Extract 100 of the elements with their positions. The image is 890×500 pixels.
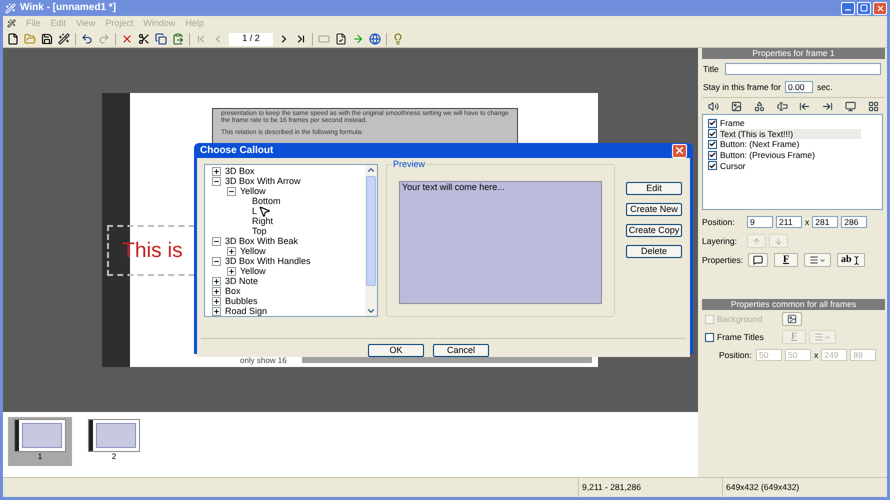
expand-toggle[interactable] <box>212 296 221 306</box>
filmstrip-frame[interactable]: 1 <box>8 417 72 466</box>
checkbox[interactable] <box>708 161 717 170</box>
scrollbar-thumb[interactable] <box>366 176 376 286</box>
checkbox[interactable] <box>708 118 717 128</box>
input-field[interactable]: 286 <box>841 216 868 228</box>
text-field-icon[interactable] <box>776 100 788 112</box>
monitor-icon[interactable] <box>845 100 856 112</box>
line-style-button[interactable] <box>804 253 831 267</box>
tree-item[interactable]: Bubbles <box>225 296 258 306</box>
expand-toggle[interactable] <box>212 306 221 316</box>
tree-item[interactable]: 3D Box With Beak <box>225 236 298 246</box>
speaker-icon[interactable] <box>708 100 719 112</box>
expand-toggle[interactable] <box>212 166 221 176</box>
tree-item[interactable]: L <box>252 206 258 216</box>
close-button[interactable] <box>873 2 887 14</box>
globe-icon[interactable] <box>369 33 381 45</box>
frame-thumbnail <box>14 419 66 452</box>
status-cell: 649x432 (649x432) <box>722 478 887 497</box>
position-label: Position: <box>719 348 753 362</box>
tree-item[interactable]: Yellow <box>240 246 266 256</box>
undo-icon[interactable] <box>81 33 93 45</box>
list-item[interactable]: Button: (Next Frame) <box>719 139 861 150</box>
collapse-toggle[interactable] <box>212 256 221 266</box>
paste-icon[interactable] <box>172 33 184 45</box>
input-field[interactable]: 0.00 <box>784 81 813 93</box>
collapse-toggle[interactable] <box>227 186 236 196</box>
dialog-button[interactable]: Cancel <box>433 344 489 357</box>
minimize-button[interactable] <box>841 2 855 14</box>
input-field[interactable] <box>724 63 881 75</box>
page-field[interactable]: 1 / 2 <box>229 32 273 46</box>
x-mark-icon[interactable] <box>121 33 133 45</box>
text-style-button[interactable]: ab <box>837 253 865 267</box>
dialog-button[interactable]: Create Copy <box>626 224 682 237</box>
checkbox[interactable] <box>705 332 714 342</box>
expand-toggle[interactable] <box>212 286 221 296</box>
tree-item[interactable]: 3D Box With Arrow <box>225 176 301 186</box>
tree-item[interactable]: 3D Note <box>225 276 258 286</box>
document-check-icon[interactable] <box>335 33 347 45</box>
list-item[interactable]: Text (This is Text!!!) <box>719 128 861 139</box>
new-file-icon[interactable] <box>7 33 19 45</box>
arrow-right-icon[interactable] <box>822 100 834 112</box>
close-icon <box>674 145 685 156</box>
filmstrip-frame[interactable]: 2 <box>82 417 146 466</box>
scissors-icon[interactable] <box>138 33 150 45</box>
save-icon[interactable] <box>41 33 53 45</box>
checkbox-label: Frame Titles <box>717 330 765 344</box>
wand-icon[interactable] <box>58 33 70 45</box>
grid-icon[interactable] <box>868 100 879 112</box>
times-label: x <box>814 348 818 362</box>
input-field[interactable]: 9 <box>747 216 773 228</box>
plus-icon <box>213 168 220 174</box>
shapes-icon[interactable] <box>754 100 765 112</box>
callout-style-button[interactable] <box>748 253 768 267</box>
tree-item[interactable]: Box <box>225 286 241 296</box>
input-field[interactable]: 281 <box>812 216 838 228</box>
font-button[interactable]: F <box>774 253 798 267</box>
checkbox[interactable] <box>708 129 717 138</box>
expand-toggle[interactable] <box>212 276 221 286</box>
panel-header: Properties common for all frames <box>702 299 885 310</box>
input-field[interactable]: 211 <box>776 216 802 228</box>
expand-toggle[interactable] <box>227 246 236 256</box>
list-item[interactable]: Cursor <box>719 160 861 171</box>
dialog-button[interactable]: OK <box>368 344 424 357</box>
tree-item[interactable]: Right <box>252 216 274 226</box>
tree-item[interactable]: Top <box>252 226 267 236</box>
lines-icon <box>814 332 824 342</box>
tree-item[interactable]: Road Sign <box>225 306 268 316</box>
maximize-button[interactable] <box>857 2 871 14</box>
folder-icon[interactable] <box>24 33 36 45</box>
tree-item[interactable]: 3D Box With Handles <box>225 256 311 266</box>
tree-item[interactable]: 3D Box <box>225 166 255 176</box>
list-item[interactable]: Button: (Previous Frame) <box>719 150 861 160</box>
picture-icon[interactable] <box>730 100 742 112</box>
scroll-down-icon[interactable] <box>366 306 376 316</box>
arrow-left-icon[interactable] <box>799 100 810 112</box>
list-item[interactable]: Frame <box>719 118 861 128</box>
checkbox[interactable] <box>708 150 717 160</box>
scroll-up-icon[interactable] <box>366 165 376 175</box>
lightbulb-icon[interactable] <box>392 33 404 45</box>
tree-item[interactable]: Bottom <box>252 196 281 206</box>
status-cell: 9,211 - 281,286 <box>578 478 722 497</box>
expand-toggle[interactable] <box>227 266 236 276</box>
skip-to-end-icon[interactable] <box>295 33 307 45</box>
checkbox[interactable] <box>708 140 717 149</box>
plus-icon <box>213 288 220 294</box>
stay-label: Stay in this frame for <box>703 80 781 94</box>
collapse-toggle[interactable] <box>212 236 221 246</box>
dialog-button[interactable]: Delete <box>626 245 682 258</box>
frame-number: 1 <box>38 452 42 462</box>
background-image-button[interactable] <box>782 312 802 326</box>
caret-icon <box>824 334 831 340</box>
collapse-toggle[interactable] <box>212 176 221 186</box>
tree-item[interactable]: Yellow <box>240 266 266 276</box>
dialog-button[interactable]: Create New <box>626 203 682 216</box>
close-button[interactable] <box>672 144 687 158</box>
unit-label: sec. <box>816 80 833 94</box>
copy-icon[interactable] <box>155 33 167 45</box>
dialog-button[interactable]: Edit <box>626 182 682 195</box>
tree-item[interactable]: Yellow <box>240 186 266 196</box>
